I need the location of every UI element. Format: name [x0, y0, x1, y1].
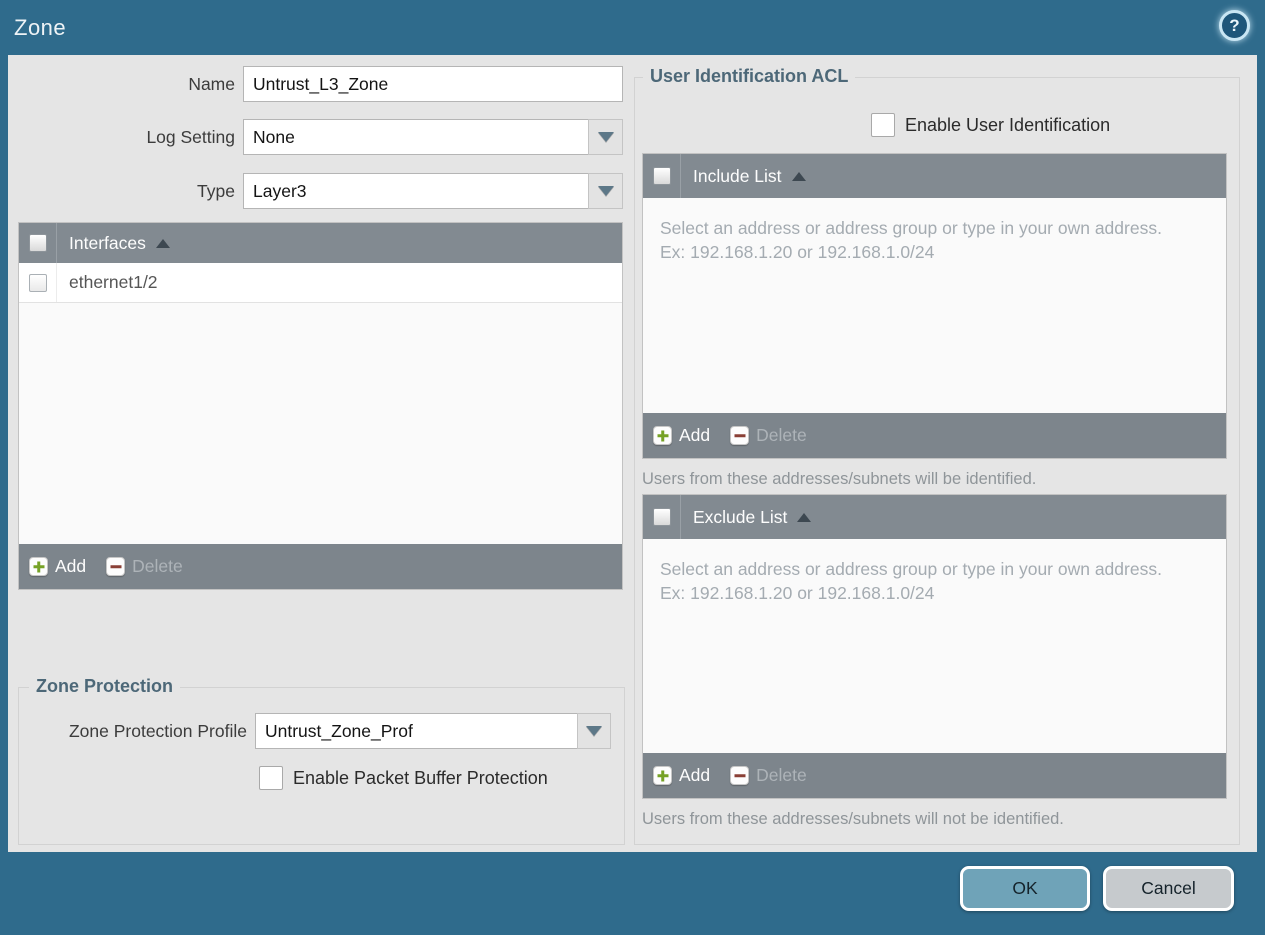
interfaces-table-header: Interfaces	[19, 223, 622, 263]
packet-buffer-protection-checkbox[interactable]	[259, 766, 283, 790]
name-input[interactable]	[243, 66, 623, 102]
interfaces-select-all-checkbox[interactable]	[28, 234, 47, 252]
add-exclude-button[interactable]: Add	[653, 765, 710, 786]
zone-dialog: Zone ? Name Log Setting Type Interfaces	[0, 0, 1265, 935]
include-list-table: Include List Select an address or addres…	[642, 153, 1227, 459]
user-identification-acl-legend: User Identification ACL	[643, 66, 856, 87]
plus-icon	[29, 557, 48, 576]
packet-buffer-protection-label: Enable Packet Buffer Protection	[293, 768, 548, 788]
type-input[interactable]	[243, 173, 589, 209]
chevron-down-icon	[586, 726, 602, 736]
include-list-placeholder: Select an address or address group or ty…	[660, 218, 1162, 262]
log-setting-label: Log Setting	[146, 127, 235, 147]
exclude-list-placeholder: Select an address or address group or ty…	[660, 559, 1162, 603]
exclude-list-note: Users from these addresses/subnets will …	[642, 810, 1064, 828]
enable-user-identification-checkbox[interactable]	[871, 113, 895, 137]
exclude-select-all-checkbox[interactable]	[652, 508, 671, 526]
plus-icon	[653, 766, 672, 785]
include-select-all-checkbox[interactable]	[652, 167, 671, 185]
include-list-footer: Add Delete	[643, 413, 1226, 458]
sort-ascending-icon	[791, 171, 806, 181]
interfaces-select-all-cell	[19, 223, 57, 263]
interfaces-table-body: ethernet1/2	[19, 263, 622, 544]
sort-ascending-icon	[797, 512, 812, 522]
name-label: Name	[188, 74, 235, 94]
sort-ascending-icon	[155, 238, 170, 248]
add-interface-button[interactable]: Add	[29, 556, 86, 577]
exclude-select-all-cell	[643, 495, 681, 539]
exclude-list-footer: Add Delete	[643, 753, 1226, 798]
minus-icon	[730, 766, 750, 785]
dialog-title: Zone	[14, 15, 67, 40]
exclude-list-table: Exclude List Select an address or addres…	[642, 494, 1227, 799]
minus-icon	[106, 557, 126, 576]
type-dropdown-button[interactable]	[588, 173, 623, 209]
help-icon[interactable]: ?	[1219, 10, 1250, 41]
interfaces-table: Interfaces ethernet1/2 Add Delete	[18, 222, 623, 590]
chevron-down-icon	[597, 186, 614, 196]
zone-protection-profile-input[interactable]	[255, 713, 578, 749]
delete-interface-button[interactable]: Delete	[106, 556, 183, 577]
chevron-down-icon	[597, 132, 614, 142]
include-select-all-cell	[643, 154, 681, 198]
zone-protection-group: Zone Protection Zone Protection Profile …	[18, 676, 625, 845]
add-include-button[interactable]: Add	[653, 425, 710, 446]
plus-icon	[653, 426, 672, 445]
dialog-body: Name Log Setting Type Interfaces	[8, 55, 1257, 852]
zone-protection-profile-dropdown-button[interactable]	[577, 713, 611, 749]
row-checkbox[interactable]	[28, 273, 47, 292]
delete-exclude-button[interactable]: Delete	[730, 765, 807, 786]
include-list-header: Include List	[643, 154, 1226, 198]
interface-name: ethernet1/2	[69, 272, 158, 292]
cancel-button[interactable]: Cancel	[1103, 866, 1234, 911]
exclude-list-body[interactable]: Select an address or address group or ty…	[643, 539, 1226, 753]
zone-protection-profile-label: Zone Protection Profile	[68, 721, 247, 741]
enable-user-identification-label: Enable User Identification	[905, 115, 1111, 135]
log-setting-input[interactable]	[243, 119, 589, 155]
include-list-note: Users from these addresses/subnets will …	[642, 470, 1037, 488]
exclude-list-column-header[interactable]: Exclude List	[693, 495, 812, 539]
type-label: Type	[197, 181, 235, 201]
minus-icon	[730, 426, 750, 445]
zone-protection-legend: Zone Protection	[29, 676, 181, 697]
log-setting-dropdown-button[interactable]	[588, 119, 623, 155]
interfaces-table-footer: Add Delete	[19, 544, 622, 589]
exclude-list-header: Exclude List	[643, 495, 1226, 539]
ok-button[interactable]: OK	[960, 866, 1090, 911]
interfaces-column-header[interactable]: Interfaces	[69, 223, 170, 263]
table-row[interactable]: ethernet1/2	[19, 263, 622, 303]
user-identification-acl-group: User Identification ACL Enable User Iden…	[634, 66, 1240, 845]
include-list-column-header[interactable]: Include List	[693, 154, 806, 198]
delete-include-button[interactable]: Delete	[730, 425, 807, 446]
include-list-body[interactable]: Select an address or address group or ty…	[643, 198, 1226, 413]
